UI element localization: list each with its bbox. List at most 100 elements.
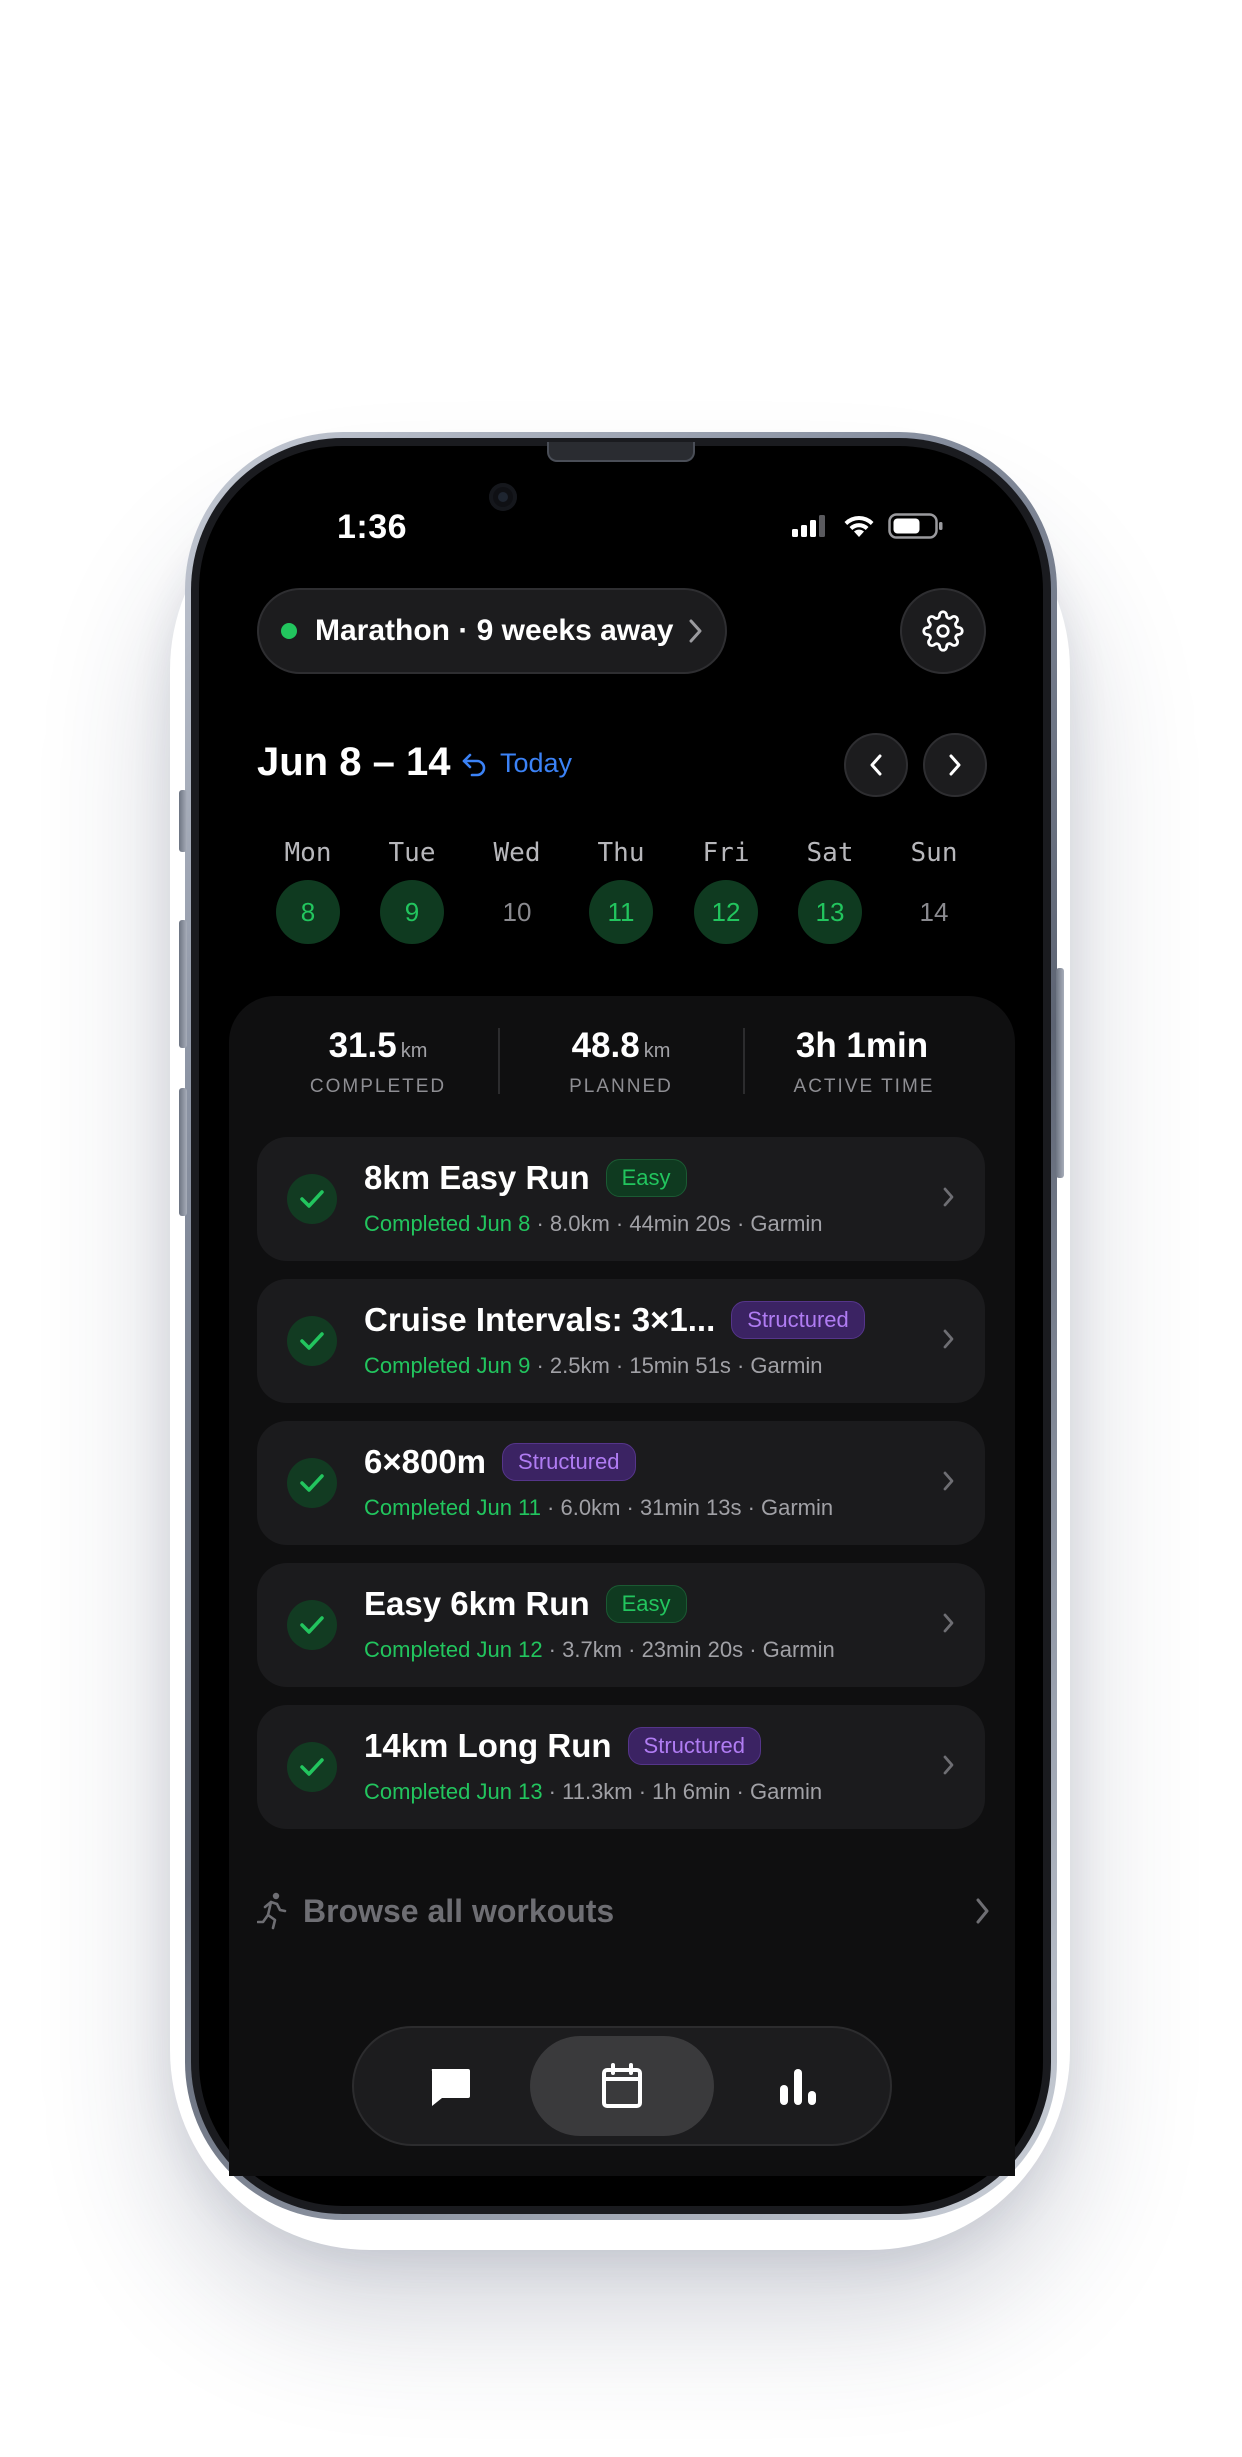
race-goal-pill[interactable]: Marathon · 9 weeks away (257, 588, 727, 674)
workout-type-badge: Easy (605, 1585, 687, 1623)
runner-icon (257, 1892, 287, 1930)
previous-week-button[interactable] (844, 733, 908, 797)
day-name: Mon (284, 838, 332, 868)
day-name: Fri (702, 838, 750, 868)
cellular-signal-icon (792, 515, 825, 537)
status-time: 1:36 (337, 508, 408, 546)
workout-details: · 2.5km · 15min 51s · Garmin (530, 1353, 823, 1378)
day-name: Sat (806, 838, 854, 868)
workout-card[interactable]: 6×800m Structured Completed Jun 11 · 6.0km… (257, 1421, 985, 1545)
stat-unit: km (400, 1040, 428, 1062)
chevron-left-icon (870, 754, 882, 776)
return-arrow-icon (462, 753, 486, 776)
browse-workouts-label: Browse all workouts (303, 1892, 615, 1929)
workout-card[interactable]: Easy 6km Run Easy Completed Jun 12 · 3.7km… (257, 1563, 985, 1687)
power-button (1056, 968, 1064, 1178)
day-name: Sun (910, 838, 958, 868)
workout-details: · 3.7km · 23min 20s · Garmin (542, 1637, 835, 1662)
volume-up-button (179, 920, 187, 1048)
workout-title-row: 8km Easy Run Easy (364, 1159, 687, 1197)
workout-summary: Completed Jun 9 · 2.5km · 15min 51s · Ga… (364, 1353, 823, 1379)
chevron-right-icon (941, 1183, 957, 1216)
day-name: Wed (493, 838, 541, 868)
wifi-icon (844, 515, 874, 537)
workout-summary: Completed Jun 13 · 11.3km · 1h 6min · Ga… (364, 1779, 822, 1805)
day-column-thu[interactable]: Thu 11 (576, 838, 666, 944)
chevron-right-icon (687, 617, 705, 645)
chevron-right-icon (941, 1751, 957, 1784)
day-column-sun[interactable]: Sun 14 (889, 838, 979, 944)
chevron-right-icon (941, 1325, 957, 1358)
workout-title: 8km Easy Run (364, 1159, 590, 1196)
workout-card[interactable]: Cruise Intervals: 3×1... Structured Comple… (257, 1279, 985, 1403)
workout-details: · 8.0km · 44min 20s · Garmin (530, 1211, 823, 1236)
day-name: Thu (597, 838, 645, 868)
front-camera (489, 483, 517, 511)
completed-date: Completed Jun 13 (364, 1779, 543, 1804)
tab-bar (352, 2026, 892, 2146)
stat-divider (498, 1028, 500, 1094)
stat-label: COMPLETED (309, 1076, 447, 1097)
workout-title-row: Cruise Intervals: 3×1... Structured (364, 1301, 865, 1339)
check-icon (287, 1458, 337, 1508)
check-icon (287, 1742, 337, 1792)
day-column-mon[interactable]: Mon 8 (263, 838, 353, 944)
week-range-title: Jun 8 – 14 (257, 740, 451, 784)
workout-type-badge: Structured (502, 1443, 636, 1481)
earpiece (547, 442, 695, 462)
workout-title-row: Easy 6km Run Easy (364, 1585, 687, 1623)
stat-planned: 48.8 km PLANNED (501, 1026, 741, 1098)
settings-button[interactable] (900, 588, 986, 674)
day-number: 8 (276, 880, 340, 944)
stat-label: PLANNED (569, 1076, 673, 1097)
browse-workouts-link[interactable]: Browse all workouts (257, 1888, 992, 1934)
workout-details: · 6.0km · 31min 13s · Garmin (540, 1495, 834, 1520)
workout-type-badge: Structured (627, 1727, 762, 1765)
bar-chart-icon (780, 2069, 816, 2105)
workout-title: 6×800m (364, 1443, 487, 1480)
check-icon (287, 1174, 337, 1224)
tab-stats[interactable] (710, 2036, 886, 2136)
chevron-right-icon (941, 1467, 957, 1500)
workout-type-badge: Easy (605, 1159, 687, 1197)
tab-calendar[interactable] (530, 2036, 714, 2136)
stat-value: 48.8 (571, 1026, 640, 1065)
today-label: Today (500, 748, 573, 778)
workout-title-row: 6×800m Structured (364, 1443, 636, 1481)
day-name: Tue (388, 838, 436, 868)
completed-date: Completed Jun 9 (364, 1353, 531, 1378)
day-column-wed[interactable]: Wed 10 (472, 838, 562, 944)
next-week-button[interactable] (923, 733, 987, 797)
completed-date: Completed Jun 11 (364, 1495, 541, 1520)
status-icons (790, 512, 944, 540)
workout-summary: Completed Jun 8 · 8.0km · 44min 20s · Ga… (364, 1211, 823, 1237)
workout-title: 14km Long Run (364, 1727, 612, 1764)
day-column-sat[interactable]: Sat 13 (785, 838, 875, 944)
day-number: 14 (919, 896, 949, 927)
workout-card[interactable]: 8km Easy Run Easy Completed Jun 8 · 8.0km … (257, 1137, 985, 1261)
chevron-right-icon (949, 754, 961, 776)
race-goal-label: Marathon · 9 weeks away (315, 614, 674, 647)
day-number: 11 (589, 880, 653, 944)
workout-summary: Completed Jun 11 · 6.0km · 31min 13s · G… (364, 1495, 833, 1521)
workout-card[interactable]: 14km Long Run Structured Completed Jun 13 … (257, 1705, 985, 1829)
stat-value: 3h 1min (795, 1026, 929, 1065)
day-number: 13 (798, 880, 862, 944)
stat-active-time: 3h 1min ACTIVE TIME (744, 1026, 984, 1098)
check-icon (287, 1316, 337, 1366)
stage: 1:36 Marathon · 9 weeks away Jun 8 – 14 … (0, 0, 1242, 2457)
chevron-right-icon (974, 1896, 992, 1931)
day-number: 12 (694, 880, 758, 944)
workout-type-badge: Structured (731, 1301, 865, 1339)
action-button (179, 790, 187, 852)
stat-label: ACTIVE TIME (793, 1076, 935, 1097)
day-number: 10 (502, 896, 532, 927)
tab-chat[interactable] (362, 2036, 538, 2136)
completed-date: Completed Jun 12 (364, 1637, 543, 1662)
day-column-fri[interactable]: Fri 12 (681, 838, 771, 944)
calendar-icon (602, 2063, 642, 2108)
day-column-tue[interactable]: Tue 9 (367, 838, 457, 944)
stat-unit: km (643, 1040, 671, 1062)
stat-completed: 31.5 km COMPLETED (258, 1026, 498, 1098)
today-button[interactable]: Today (460, 748, 572, 779)
